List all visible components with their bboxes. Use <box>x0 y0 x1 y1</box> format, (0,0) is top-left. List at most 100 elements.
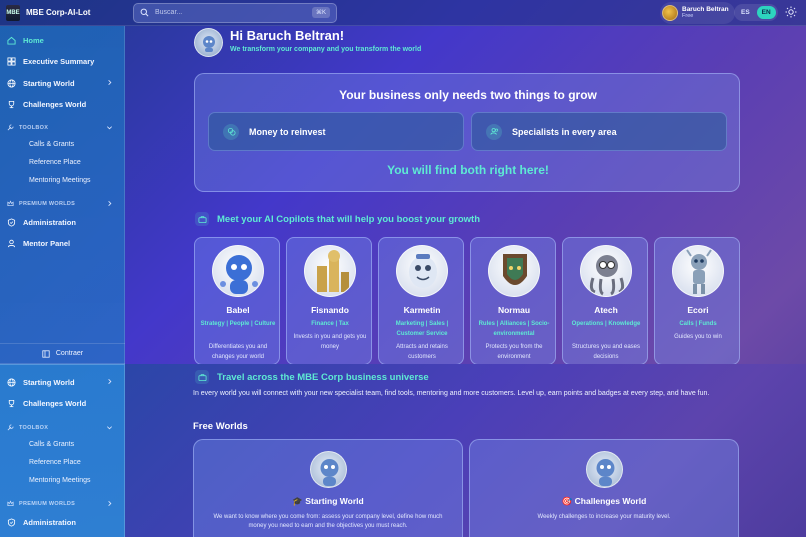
team-icon <box>486 123 502 140</box>
lang-es-button[interactable]: ES <box>736 6 755 19</box>
wrench-icon <box>7 424 14 431</box>
summary-icon <box>7 56 16 66</box>
top-bar: MBE MBE Corp-AI-Lot Buscar... ⌘K Baruch … <box>0 0 806 26</box>
chevron-right-icon <box>108 201 112 206</box>
world-avatar <box>586 451 623 488</box>
app-logo: MBE <box>6 4 20 21</box>
copilot-avatar <box>672 245 724 297</box>
premium-section-header[interactable]: PREMIUM WORLDS <box>7 500 117 507</box>
sidebar-item-label: Starting World <box>23 377 75 387</box>
user-name: Baruch Beltran <box>682 6 729 13</box>
copilot-avatar <box>488 245 540 297</box>
page-title: Hi Baruch Beltran! <box>230 28 345 43</box>
travel-heading: Travel across the MBE Corp business univ… <box>195 370 429 384</box>
world-avatar <box>310 451 347 488</box>
sidebar-item-calls-grants[interactable]: Calls & Grants <box>29 441 74 448</box>
sidebar-item-label: Challenges World <box>23 398 87 408</box>
money-to-reinvest-card[interactable]: Money to reinvest <box>208 112 464 151</box>
hero-robot-avatar <box>194 28 223 57</box>
search-shortcut: ⌘K <box>311 7 330 18</box>
globe-icon <box>7 78 16 88</box>
briefcase-icon <box>195 212 209 226</box>
toolbox-section-header[interactable]: TOOLBOX <box>7 424 117 431</box>
section-label: TOOLBOX <box>19 424 49 431</box>
target-icon: 🎯 <box>561 496 573 506</box>
sidebar-item-label: Mentor Panel <box>23 238 71 248</box>
toolbox-section-header[interactable]: TOOLBOX <box>7 124 117 131</box>
section-label: PREMIUM WORLDS <box>19 500 76 507</box>
world-desc: Weekly challenges to increase your matur… <box>537 514 671 520</box>
sidebar-item-calls-grants[interactable]: Calls & Grants <box>29 141 74 148</box>
section-label: TOOLBOX <box>19 124 49 131</box>
world-title: 🎯 Challenges World <box>470 496 738 507</box>
search-icon <box>140 8 149 17</box>
world-card-challenges[interactable]: 🎯 Challenges World Weekly challenges to … <box>469 439 739 537</box>
sidebar-item-administration[interactable]: Administration <box>0 512 125 532</box>
language-switcher: ES EN <box>734 4 778 21</box>
world-title-text: Challenges World <box>574 496 647 506</box>
money-label: Money to reinvest <box>249 126 326 137</box>
user-menu[interactable]: Baruch Beltran Free <box>660 2 735 24</box>
grow-card: Your business only needs two things to g… <box>194 73 740 192</box>
page-subtitle: We transform your company and you transf… <box>230 46 422 53</box>
chevron-down-icon <box>107 426 112 430</box>
copilot-avatar <box>304 245 356 297</box>
shield-icon <box>7 517 16 527</box>
specialists-label: Specialists in every area <box>512 126 617 137</box>
search-input[interactable]: Buscar... <box>155 9 306 16</box>
travel-heading-text: Travel across the MBE Corp business univ… <box>217 371 429 383</box>
copilots-heading: Meet your AI Copilots that will help you… <box>195 212 480 226</box>
crown-icon <box>7 500 14 507</box>
copilot-avatar <box>212 245 264 297</box>
grow-cta: You will find both right here! <box>387 163 549 177</box>
sidebar-item-mentoring-meetings[interactable]: Mentoring Meetings <box>29 177 90 184</box>
sidebar-item-administration[interactable]: Administration <box>0 212 125 232</box>
shield-icon <box>7 217 16 227</box>
sidebar-item-mentoring-meetings[interactable]: Mentoring Meetings <box>29 477 90 484</box>
app-name: MBE Corp-AI-Lot <box>26 8 91 17</box>
user-plan: Free <box>682 13 694 19</box>
world-desc: We want to know where you come from: ass… <box>213 514 443 529</box>
sidebar-item-challenges-world[interactable]: Challenges World <box>0 393 125 413</box>
world-card-starting[interactable]: 🎓 Starting World We want to know where y… <box>193 439 463 537</box>
sidebar-item-label: Starting World <box>23 78 75 88</box>
home-icon <box>7 36 16 45</box>
chevron-right-icon <box>108 501 112 506</box>
trophy-icon <box>8 399 15 407</box>
sidebar-item-reference-place[interactable]: Reference Place <box>29 159 81 166</box>
chevron-right-icon <box>108 80 112 85</box>
crown-icon <box>7 200 14 207</box>
avatar <box>662 5 678 21</box>
sidebar-item-home[interactable]: Home <box>0 30 125 50</box>
trophy-icon <box>8 100 15 108</box>
brand[interactable]: MBE MBE Corp-AI-Lot <box>0 4 125 21</box>
sidebar-item-challenges-world[interactable]: Challenges World <box>0 94 125 114</box>
sidebar-item-mentor-panel[interactable]: Mentor Panel <box>0 233 125 253</box>
sun-icon[interactable] <box>785 6 797 18</box>
sidebar-item-executive-summary[interactable]: Executive Summary <box>0 51 125 71</box>
premium-section-header[interactable]: PREMIUM WORLDS <box>7 200 117 207</box>
copilot-avatar <box>396 245 448 297</box>
sidebar-item-label: Executive Summary <box>23 56 95 66</box>
lang-en-button[interactable]: EN <box>756 6 776 19</box>
section-label: PREMIUM WORLDS <box>19 200 76 207</box>
coins-icon <box>223 123 239 140</box>
sidebar-item-label: Challenges World <box>23 99 87 109</box>
graduation-cap-icon: 🎓 <box>292 496 303 506</box>
free-worlds-title: Free Worlds <box>193 421 248 432</box>
sidebar-item-starting-world[interactable]: Starting World <box>0 372 125 392</box>
copilot-avatar <box>580 245 632 297</box>
specialists-card[interactable]: Specialists in every area <box>471 112 727 151</box>
search-bar[interactable]: Buscar... ⌘K <box>133 2 337 23</box>
world-title: 🎓 Starting World <box>194 496 462 507</box>
copilots-heading-text: Meet your AI Copilots that will help you… <box>217 213 481 225</box>
world-title-text: Starting World <box>305 496 364 506</box>
globe-icon <box>7 377 16 387</box>
travel-description: In every world you will connect with you… <box>193 390 710 397</box>
user-icon <box>7 239 16 247</box>
grow-title: Your business only needs two things to g… <box>339 88 597 102</box>
sidebar-item-starting-world[interactable]: Starting World <box>0 73 125 93</box>
sidebar-duplicate: Starting World Challenges World TOOLBOX … <box>0 364 125 537</box>
sidebar-item-reference-place[interactable]: Reference Place <box>29 459 81 466</box>
wrench-icon <box>7 124 14 131</box>
